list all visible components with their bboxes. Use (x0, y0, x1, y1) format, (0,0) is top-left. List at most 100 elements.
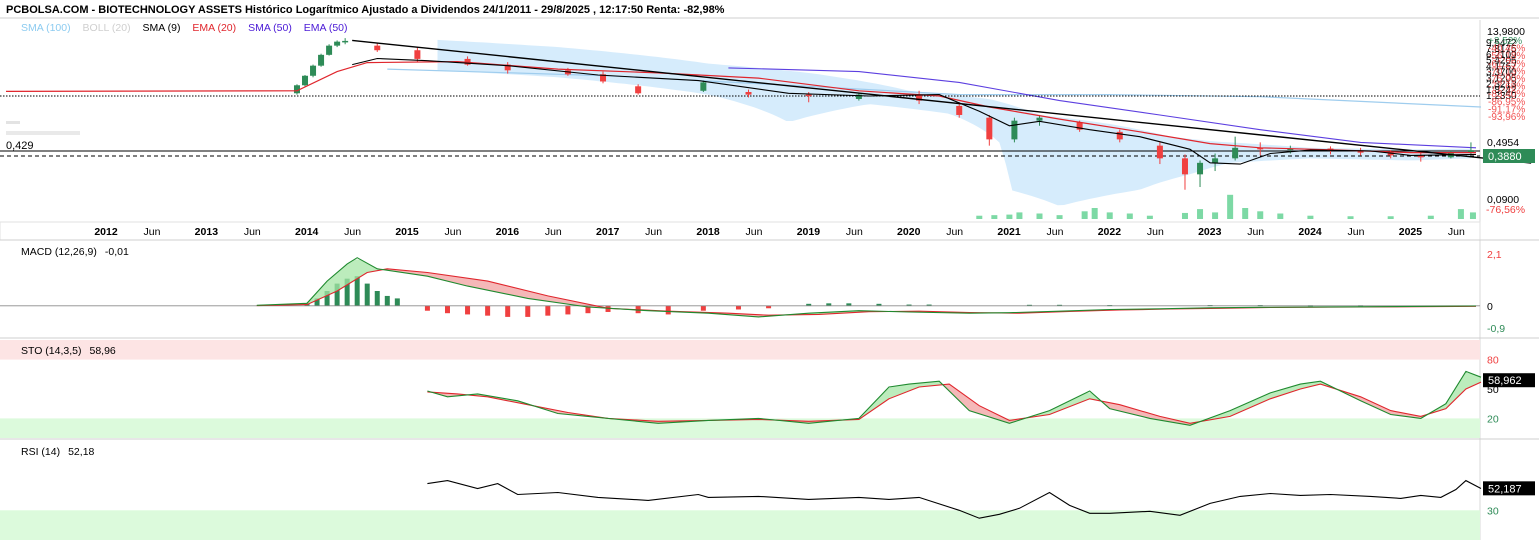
macd-hist-bar-22 (700, 305, 706, 311)
volume-bar-6 (1081, 211, 1088, 219)
volume-bar-0 (976, 215, 983, 219)
macd-hist-bar-14 (505, 305, 511, 317)
candle-25 (1156, 145, 1163, 159)
sto-value: 58,96 (89, 345, 116, 357)
time-tick-label: 2024 (1298, 226, 1322, 238)
time-tick-label: Jun (1147, 226, 1164, 238)
time-tick-label: Jun (445, 226, 462, 238)
volume-bar-10 (1146, 215, 1153, 219)
volume-bar-2 (1006, 214, 1013, 219)
time-tick-label: Jun (545, 226, 562, 238)
legend-ema50[interactable]: EMA (50) (304, 22, 348, 34)
time-tick-label: 2015 (395, 226, 419, 238)
candle-7 (374, 45, 381, 51)
candle-2 (310, 65, 317, 76)
volume-bar-14 (1227, 194, 1234, 219)
volume-bar-3 (1016, 212, 1023, 219)
time-tick-label: 2023 (1198, 226, 1222, 238)
time-tick-label: Jun (143, 226, 160, 238)
candle-8 (414, 50, 421, 59)
volume-bar-9 (1126, 213, 1133, 219)
candle-28 (1212, 158, 1219, 163)
time-tick-label: Jun (946, 226, 963, 238)
macd-hist-bar-9 (394, 298, 400, 306)
candle-16 (805, 94, 812, 97)
macd-tick-label: 2,1 (1487, 249, 1502, 261)
macd-title: MACD (12,26,9) -0,01 (21, 246, 137, 258)
legend-sma9[interactable]: SMA (9) (143, 22, 181, 34)
sto-title: STO (14,3,5) 58,96 (21, 345, 124, 357)
time-tick-label: 2016 (496, 226, 520, 238)
sto-fill-10 (1201, 381, 1339, 422)
macd-tick-label: -0,9 (1487, 323, 1505, 335)
volume-bar-5 (1056, 215, 1063, 219)
chart-header: PCBOLSA.COM - BIOTECHNOLOGY ASSETS Histó… (6, 4, 725, 16)
time-tick-label: Jun (1047, 226, 1064, 238)
scroll-marker (6, 131, 80, 135)
sto-current-label: 58,962 (1488, 375, 1522, 387)
candle-19 (956, 105, 963, 115)
time-tick-label: 2013 (195, 226, 219, 238)
macd-tick-label: 0 (1487, 301, 1493, 313)
trendline (352, 39, 1532, 164)
candle-14 (700, 82, 707, 91)
macd-hist-bar-13 (485, 305, 491, 316)
level-label: 0,429 (6, 140, 34, 152)
candle-24 (1116, 131, 1123, 140)
time-tick-label: Jun (1247, 226, 1264, 238)
volume-bar-16 (1257, 211, 1264, 219)
time-tick-label: 2019 (797, 226, 821, 238)
legend-sma100[interactable]: SMA (100) (21, 22, 71, 34)
side-pct-label: -93,96% (1488, 112, 1525, 123)
time-tick-label: 2025 (1399, 226, 1423, 238)
time-tick-label: Jun (1348, 226, 1365, 238)
macd-hist-bar-12 (465, 305, 471, 315)
volume-bar-23 (1469, 212, 1476, 219)
volume-bar-21 (1427, 215, 1434, 219)
volume-bar-20 (1387, 216, 1394, 219)
rsi-title: RSI (14) 52,18 (21, 446, 102, 458)
time-tick-label: 2022 (1098, 226, 1122, 238)
time-tick-label: Jun (344, 226, 361, 238)
sto-overbought-zone (0, 340, 1480, 360)
macd-hist-bar-17 (565, 305, 571, 315)
candle-4 (326, 45, 333, 55)
volume-bar-7 (1091, 208, 1098, 219)
bollinger-band (437, 39, 1471, 206)
rsi-oversold-zone (0, 510, 1480, 540)
sto-k-line (427, 370, 1482, 426)
time-tick-label: Jun (846, 226, 863, 238)
sto-fill-6 (843, 381, 944, 420)
chart-canvas[interactable]: 13,98000,49540,09000,4290,3880-76,56%9,5… (0, 0, 1539, 545)
candle-21 (1011, 120, 1018, 140)
sto-name: STO (14,3,5) (21, 345, 82, 357)
chart-root: 13,9800 0,4954 0,0900 0,429 0,3880 -76,56% 9,5… (0, 0, 1539, 545)
legend-boll20[interactable]: BOLL (20) (83, 22, 131, 34)
time-tick-label: Jun (746, 226, 763, 238)
time-tick-label: 2012 (94, 226, 118, 238)
volume-bar-18 (1307, 215, 1314, 219)
indicator-legend: SMA (100) BOLL (20) SMA (9) EMA (20) SMA… (21, 22, 357, 34)
macd-hist-bar-6 (364, 283, 370, 306)
macd-value: -0,01 (104, 246, 129, 258)
candle-13 (635, 86, 642, 94)
volume-bar-4 (1036, 213, 1043, 219)
volume-bar-17 (1277, 213, 1284, 219)
candle-22 (1036, 117, 1043, 121)
legend-sma50[interactable]: SMA (50) (248, 22, 292, 34)
macd-hist-bar-8 (384, 295, 390, 306)
time-tick-label: Jun (1448, 226, 1465, 238)
time-tick-label: 2017 (596, 226, 620, 238)
sto-fill-12 (1428, 372, 1481, 415)
sto-tick-label: 80 (1487, 355, 1499, 367)
macd-hist-bar-7 (374, 291, 380, 306)
candle-15 (745, 92, 752, 95)
volume-bar-13 (1212, 212, 1219, 219)
volume-bar-12 (1197, 209, 1204, 219)
legend-ema20[interactable]: EMA (20) (192, 22, 236, 34)
candle-6 (342, 40, 349, 43)
candle-3 (318, 54, 325, 66)
price-tick-label: 0,4954 (1487, 137, 1519, 149)
volume-bar-11 (1181, 212, 1188, 219)
volume-bar-1 (991, 215, 998, 219)
